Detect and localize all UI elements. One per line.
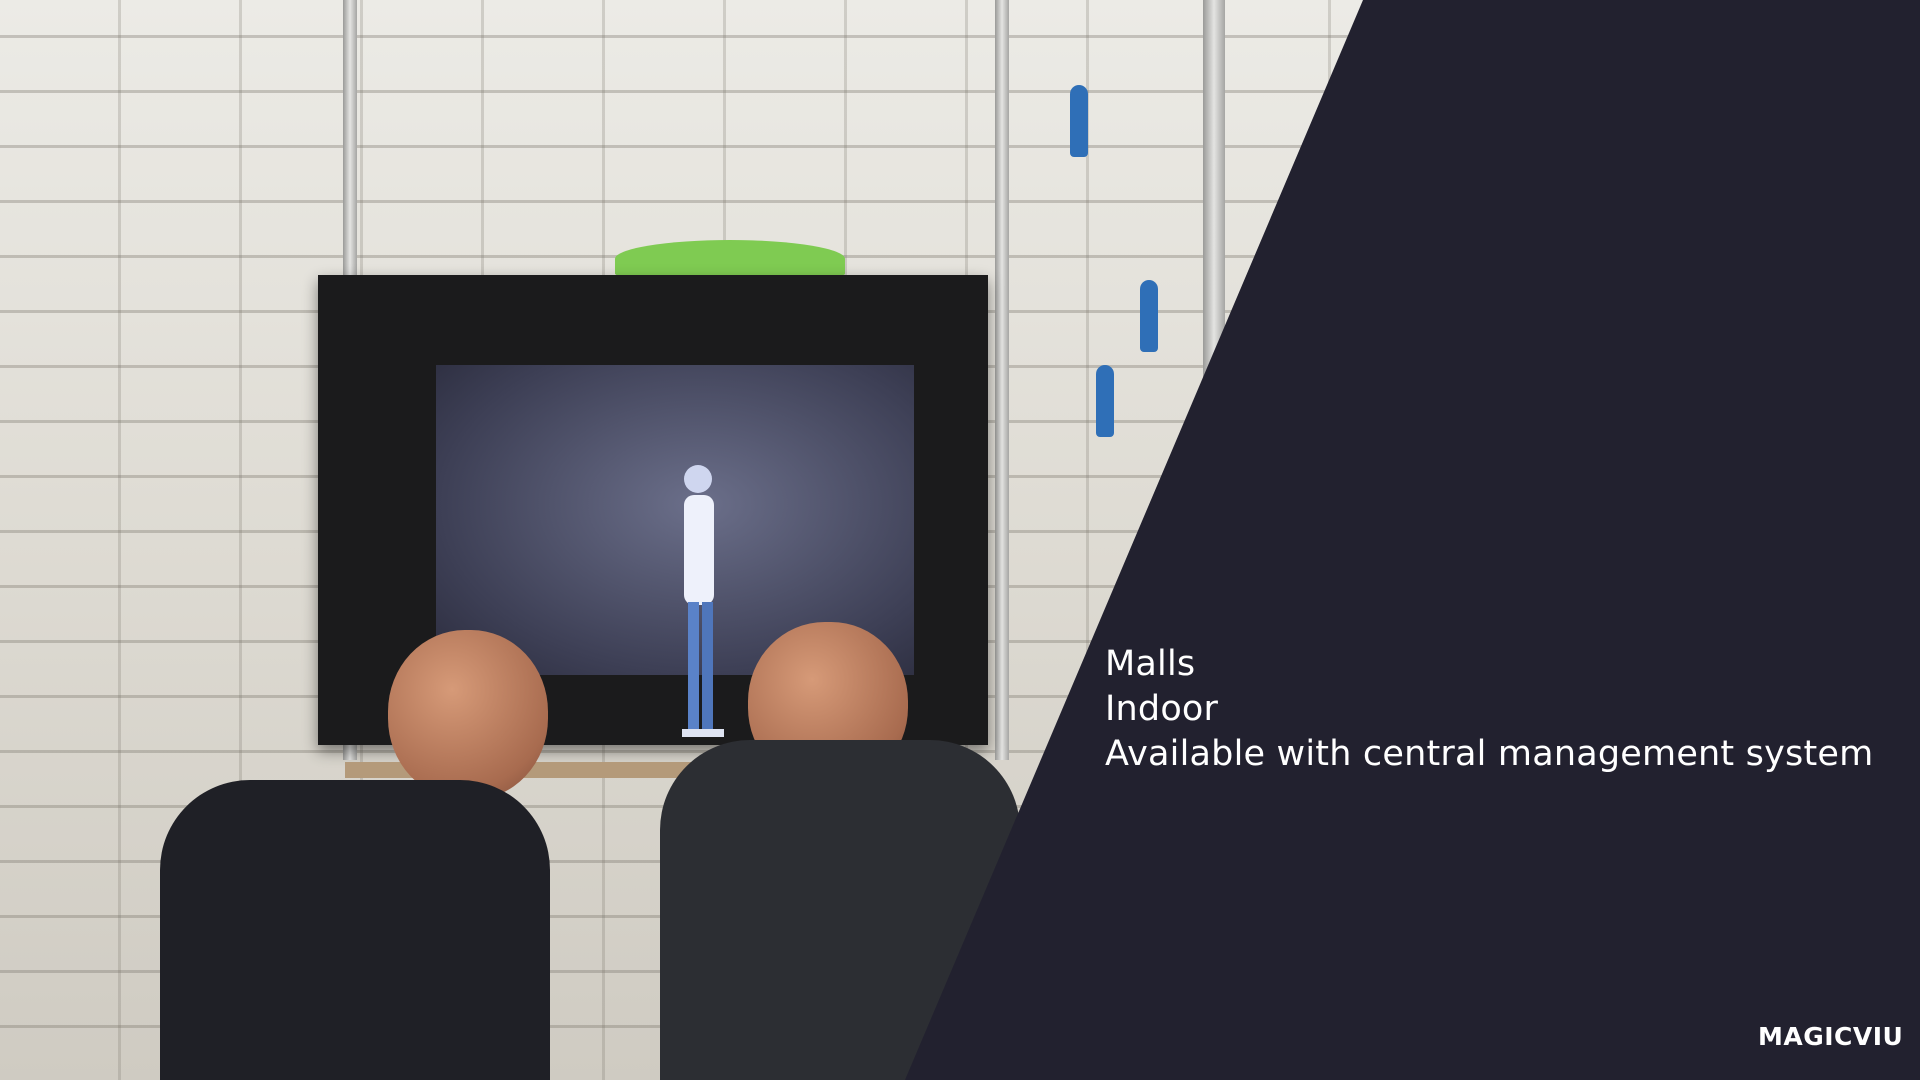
feature-malls: Malls	[1105, 644, 1196, 684]
blue-figurine	[1140, 280, 1158, 352]
feature-list: Malls Indoor Available with central mana…	[1105, 642, 1873, 777]
slide: Malls Indoor Available with central mana…	[0, 0, 1920, 1080]
green-cloth	[615, 240, 845, 278]
brand-logo: MAGICVIU	[1758, 1022, 1904, 1051]
support-pole-right	[995, 0, 1009, 760]
visitor-left-body	[160, 780, 550, 1080]
feature-central-management: Available with central management system	[1105, 734, 1874, 774]
blue-figurine	[1070, 85, 1088, 157]
visitor-left-head	[388, 630, 548, 800]
wall-pipe	[1203, 0, 1225, 380]
hologram-figure	[682, 465, 724, 737]
feature-indoor: Indoor	[1105, 689, 1219, 729]
blue-figurine	[1096, 365, 1114, 437]
